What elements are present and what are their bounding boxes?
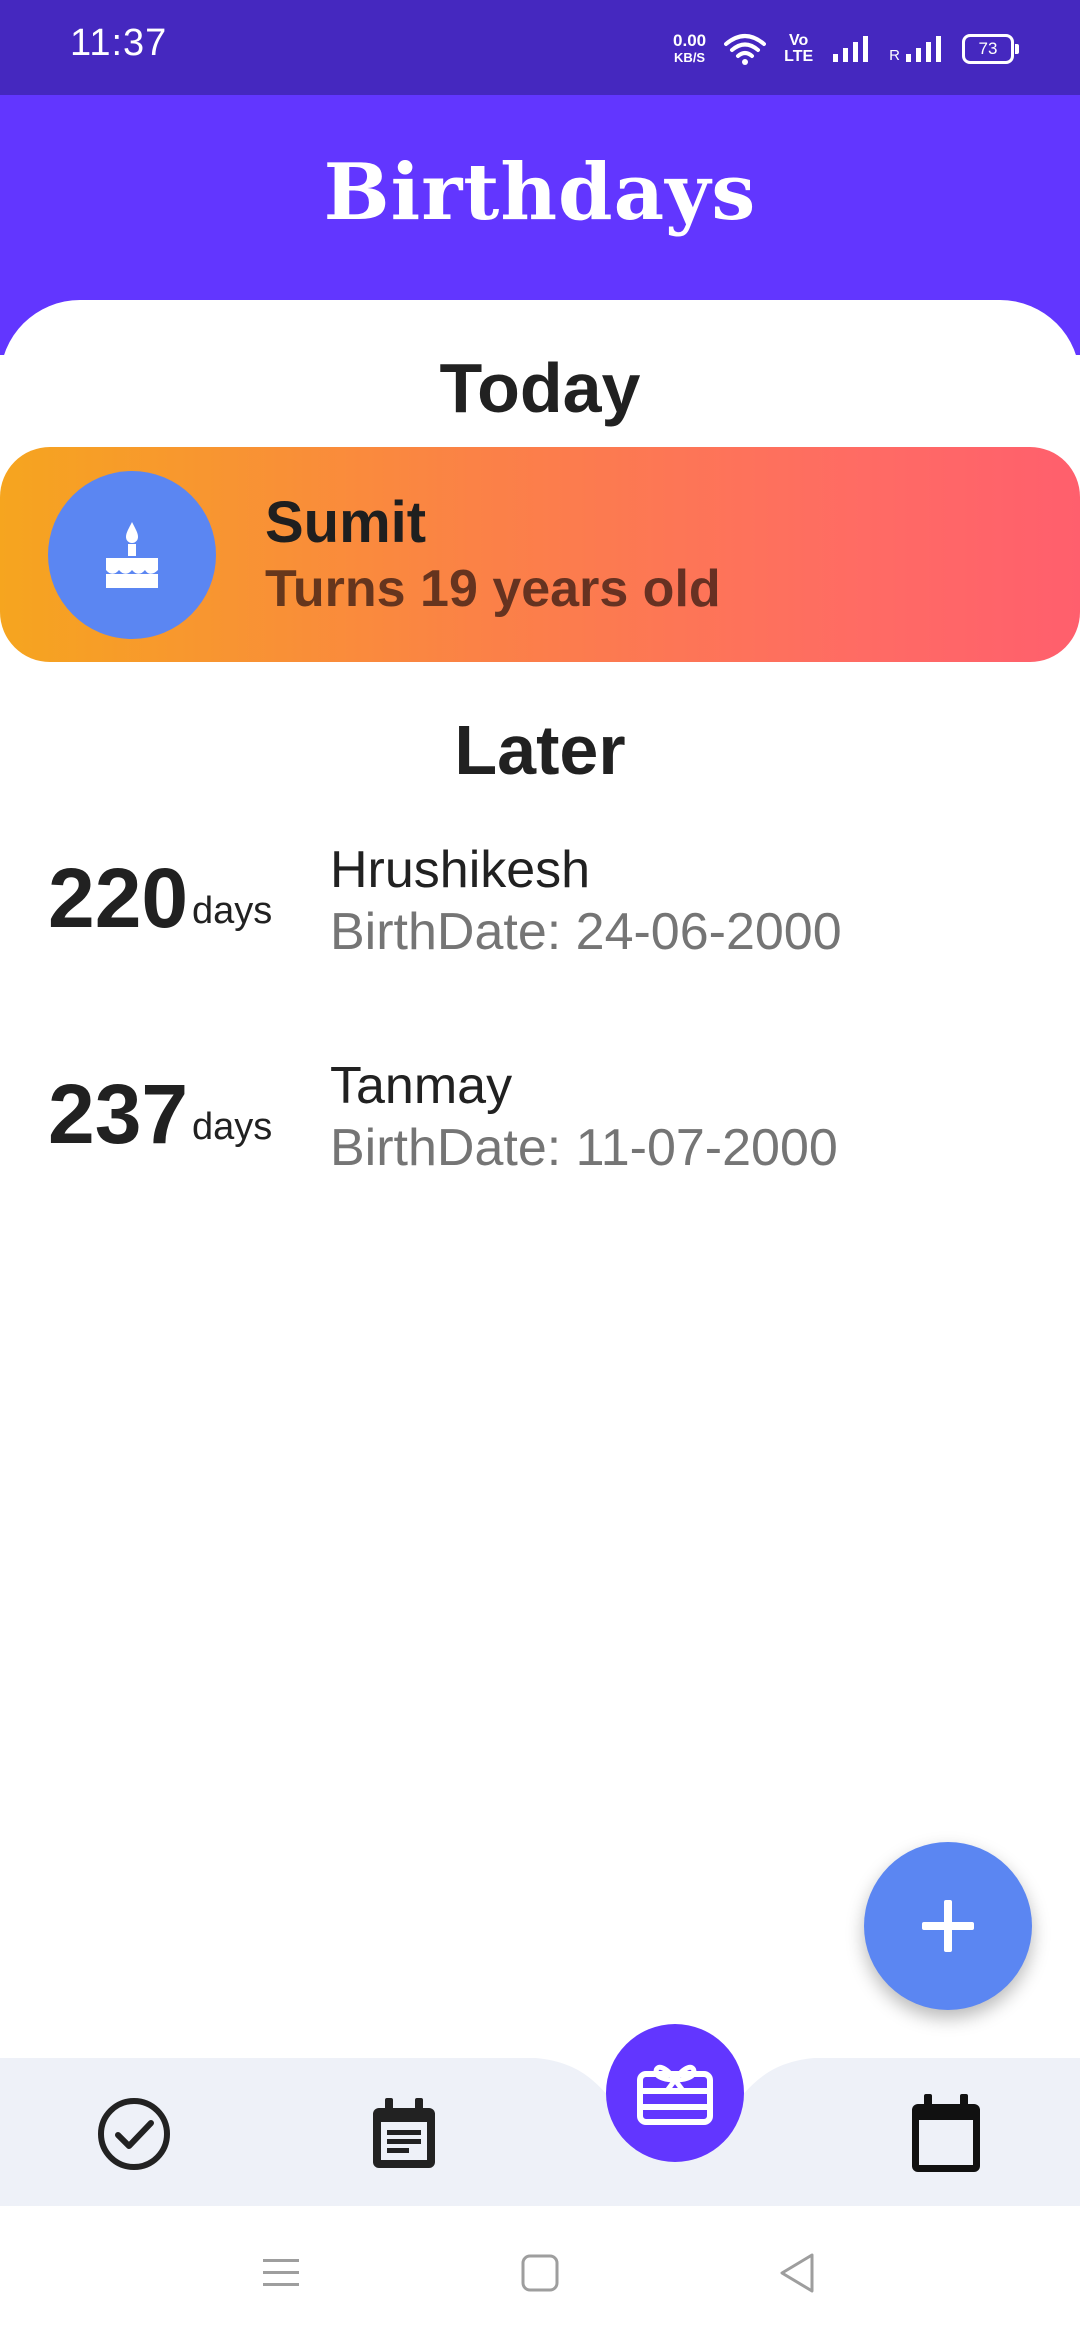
check-circle-icon bbox=[98, 2098, 170, 2170]
signal-roaming-icon bbox=[906, 36, 941, 62]
page-title: Birthdays bbox=[323, 147, 757, 238]
today-age-text: Turns 19 years old bbox=[265, 560, 721, 618]
menu-icon bbox=[263, 2259, 299, 2286]
main-content: Today Sumit Turns 19 years old Later 220… bbox=[0, 300, 1080, 2060]
section-title-today: Today bbox=[439, 349, 641, 427]
birthdate-text: BirthDate: 11-07-2000 bbox=[330, 1119, 838, 1177]
gift-card-icon bbox=[637, 2064, 713, 2125]
cake-avatar bbox=[48, 471, 216, 639]
cake-icon bbox=[106, 522, 158, 588]
today-person-name: Sumit bbox=[265, 490, 427, 555]
section-title-later: Later bbox=[454, 711, 626, 789]
signal-icon bbox=[833, 36, 869, 62]
battery-indicator: 73 bbox=[962, 34, 1019, 64]
person-name: Tanmay bbox=[330, 1057, 513, 1115]
days-remaining: 220 bbox=[48, 851, 189, 945]
home-square-icon bbox=[521, 2254, 559, 2292]
add-birthday-button[interactable] bbox=[864, 1842, 1032, 2010]
plus-icon bbox=[922, 1900, 974, 1952]
back-triangle-icon bbox=[780, 2253, 814, 2293]
bottom-navigation bbox=[0, 2024, 1080, 2206]
calendar-icon bbox=[912, 2094, 980, 2172]
system-navigation-bar bbox=[0, 2206, 1080, 2340]
status-time: 11:37 bbox=[70, 22, 168, 64]
status-icons: 0.00 KB/S Vo LTE R 73 bbox=[673, 24, 1019, 74]
system-home-button[interactable] bbox=[517, 2250, 563, 2296]
event-note-icon bbox=[373, 2098, 435, 2168]
nav-tasks[interactable] bbox=[96, 2096, 172, 2172]
system-back-button[interactable] bbox=[773, 2250, 819, 2296]
volte-indicator: Vo LTE bbox=[784, 32, 814, 65]
system-menu-button[interactable] bbox=[258, 2250, 304, 2296]
nav-events[interactable] bbox=[366, 2096, 442, 2172]
days-unit: days bbox=[192, 1106, 273, 1148]
today-birthday-card[interactable]: Sumit Turns 19 years old bbox=[0, 447, 1080, 662]
person-name: Hrushikesh bbox=[330, 841, 591, 899]
signal-roaming: R bbox=[889, 34, 944, 64]
nav-birthdays[interactable] bbox=[606, 2024, 744, 2162]
status-bar: 11:37 0.00 KB/S Vo LTE R 73 bbox=[0, 0, 1080, 95]
days-unit: days bbox=[192, 890, 273, 932]
list-item[interactable]: 237 days Tanmay BirthDate: 11-07-2000 bbox=[0, 1036, 1080, 1186]
list-item[interactable]: 220 days Hrushikesh BirthDate: 24-06-200… bbox=[0, 820, 1080, 970]
birthdate-text: BirthDate: 24-06-2000 bbox=[330, 903, 842, 961]
days-remaining: 237 bbox=[48, 1067, 189, 1161]
nav-calendar[interactable] bbox=[908, 2094, 984, 2172]
network-speed: 0.00 KB/S bbox=[673, 31, 707, 65]
wifi-icon bbox=[724, 34, 767, 65]
